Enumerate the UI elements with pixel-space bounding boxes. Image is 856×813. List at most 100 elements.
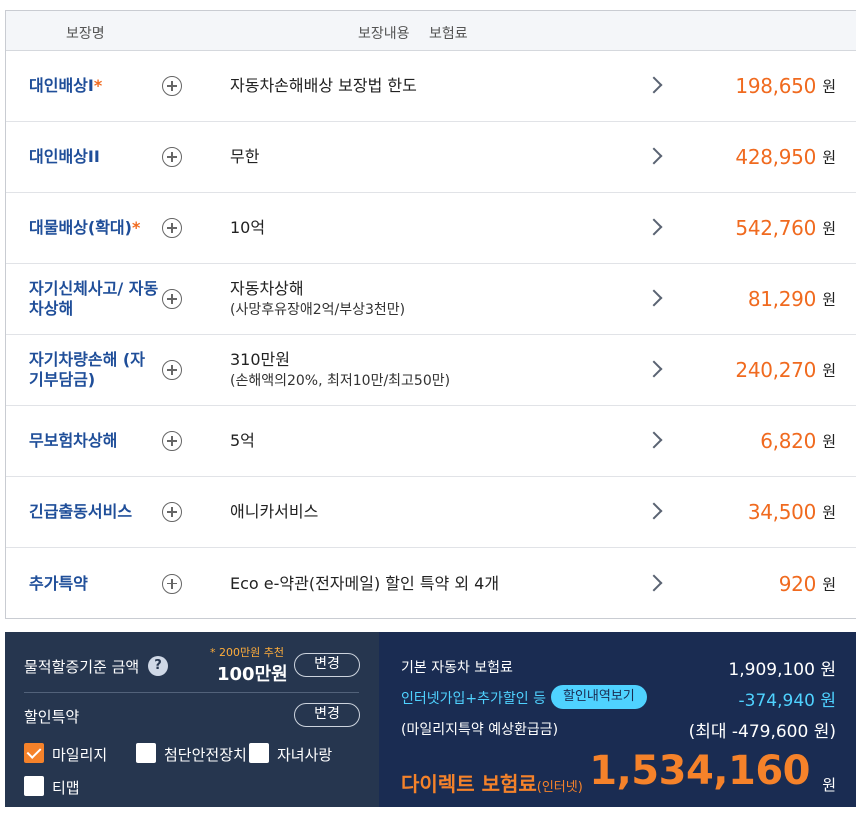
premium-totals-panel: 기본 자동차 보험료 1,909,100 원 인터넷가입+추가할인 등 할인내역… [379, 632, 856, 807]
total-premium-unit: 원 [822, 776, 836, 794]
chevron-right-icon[interactable] [645, 574, 663, 591]
divider [24, 692, 359, 693]
header-premium: 보험료 [429, 26, 468, 42]
required-mark: * [131, 218, 141, 237]
expand-plus-icon[interactable] [162, 573, 182, 594]
coverage-row[interactable]: 대인배상I* 자동차손해배상 보장법 한도 198,650 원 [6, 51, 856, 122]
discount-options-panel: 물적할증기준 금액 ? * 200만원 추천 100만원 변경 할인특약 변경 … [5, 632, 379, 807]
expand-plus-icon[interactable] [162, 431, 182, 451]
chevron-right-icon[interactable] [645, 76, 663, 94]
currency-unit: 원 [822, 361, 836, 380]
coverage-name: 대물배상(확대)* [29, 218, 159, 238]
currency-unit: 원 [822, 503, 836, 522]
expand-plus-icon[interactable] [162, 76, 182, 96]
coverage-premium: 542,760 [735, 216, 816, 240]
coverage-desc: 자동차상해 (사망후유장애2억/부상3천만) [230, 278, 405, 320]
coverage-desc: 310만원 (손해액의20%, 최저10만/최고50만) [230, 349, 450, 391]
mileage-checkbox[interactable] [24, 743, 44, 763]
coverage-desc-main: 무한 [230, 147, 260, 166]
coverage-row[interactable]: 긴급출동서비스 애니카서비스 34,500 원 [6, 477, 856, 548]
currency-unit: 원 [822, 575, 836, 593]
coverage-name-text: 자기신체사고/ 자동차상해 [29, 279, 159, 318]
currency-unit: 원 [822, 219, 836, 238]
chevron-right-icon[interactable] [645, 147, 663, 165]
chevron-right-icon[interactable] [645, 289, 663, 307]
coverage-desc-sub: (사망후유장애2억/부상3천만) [230, 302, 406, 318]
mileage-label: 마일리지 [52, 746, 108, 764]
discount-detail-button[interactable]: 할인내역보기 [551, 685, 647, 709]
safety-device-label: 첨단안전장치 [164, 746, 247, 764]
expand-plus-icon[interactable] [162, 502, 182, 522]
child-love-checkbox[interactable] [249, 743, 269, 763]
coverage-name: 추가특약 [29, 574, 159, 594]
coverage-premium: 81,290 [747, 287, 816, 311]
currency-unit: 원 [822, 148, 836, 167]
tmap-checkbox[interactable] [24, 776, 44, 796]
coverage-name-text: 추가특약 [29, 573, 88, 593]
coverage-name: 자기차량손해 (자기부담금) [29, 350, 159, 390]
coverage-row[interactable]: 무보험차상해 5억 6,820 원 [6, 406, 856, 477]
coverage-name: 무보험차상해 [29, 431, 159, 451]
tmap-label: 티맵 [52, 779, 80, 797]
coverage-name: 대인배상I* [29, 76, 159, 96]
coverage-desc: 5억 [230, 430, 255, 452]
child-love-label: 자녀사랑 [277, 746, 333, 764]
coverage-desc: Eco e-약관(전자메일) 할인 특약 외 4개 [230, 573, 499, 595]
coverage-desc-main: 애니카서비스 [230, 502, 319, 521]
coverage-desc-main: 자동차손해배상 보장법 한도 [230, 76, 417, 95]
expand-plus-icon[interactable] [162, 360, 182, 380]
header-coverage-desc: 보장내용 [358, 26, 410, 42]
expand-plus-icon[interactable] [162, 147, 182, 167]
coverage-name-text: 긴급출동서비스 [29, 502, 133, 521]
mileage-refund-value: (최대 -479,600 원) [688, 722, 836, 742]
expand-plus-icon[interactable] [162, 218, 182, 238]
internet-discount-value: -374,940 원 [738, 691, 836, 711]
coverage-desc-sub: (손해액의20%, 최저10만/최고50만) [230, 373, 451, 389]
table-header: 보장명 보장내용 보험료 [6, 11, 856, 51]
currency-unit: 원 [822, 290, 836, 309]
coverage-row[interactable]: 대인배상II 무한 428,950 원 [6, 122, 856, 193]
expand-plus-icon[interactable] [162, 289, 182, 309]
coverage-desc-main: Eco e-약관(전자메일) 할인 특약 외 4개 [230, 573, 500, 593]
coverage-row[interactable]: 추가특약 Eco e-약관(전자메일) 할인 특약 외 4개 920 원 [6, 548, 856, 619]
change-threshold-button[interactable]: 변경 [294, 653, 360, 677]
change-discount-button[interactable]: 변경 [294, 703, 360, 727]
total-premium: 1,534,160 [589, 748, 810, 794]
property-threshold-amount: 100만원 [217, 664, 288, 685]
coverage-row[interactable]: 대물배상(확대)* 10억 542,760 원 [6, 193, 856, 264]
coverage-name: 긴급출동서비스 [29, 502, 159, 522]
coverage-premium: 34,500 [747, 500, 816, 524]
base-premium-value: 1,909,100 원 [728, 660, 836, 680]
coverage-desc-main: 자동차상해 [230, 279, 304, 298]
direct-premium-title: 다이렉트 보험료 [401, 772, 537, 796]
coverage-name: 자기신체사고/ 자동차상해 [29, 279, 159, 319]
chevron-right-icon[interactable] [645, 218, 663, 236]
header-coverage-name: 보장명 [66, 26, 105, 42]
chevron-right-icon[interactable] [645, 502, 663, 520]
coverage-name-text: 대인배상II [29, 147, 100, 166]
chevron-right-icon[interactable] [645, 360, 663, 378]
coverage-premium: 428,950 [735, 145, 816, 169]
coverage-name-text: 대물배상(확대) [29, 218, 132, 237]
coverage-desc: 자동차손해배상 보장법 한도 [230, 75, 417, 97]
base-premium-label: 기본 자동차 보험료 [401, 660, 513, 676]
required-mark: * [93, 76, 103, 95]
recommend-note: * 200만원 추천 [210, 646, 284, 659]
coverage-name: 대인배상II [29, 147, 159, 167]
help-icon[interactable]: ? [148, 656, 168, 676]
coverage-premium: 920 [778, 571, 817, 596]
safety-device-checkbox[interactable] [136, 743, 156, 763]
chevron-right-icon[interactable] [645, 431, 663, 449]
direct-premium-note: (인터넷) [536, 780, 583, 795]
currency-unit: 원 [822, 77, 836, 96]
coverage-premium: 198,650 [735, 74, 816, 98]
coverage-desc-main: 5억 [230, 431, 255, 450]
direct-premium-label: 다이렉트 보험료(인터넷) [401, 768, 583, 797]
coverage-premium: 240,270 [735, 358, 816, 382]
discount-rider-label: 할인특약 [24, 708, 80, 726]
coverage-row[interactable]: 자기차량손해 (자기부담금) 310만원 (손해액의20%, 최저10만/최고50만… [6, 335, 856, 406]
coverage-row[interactable]: 자기신체사고/ 자동차상해 자동차상해 (사망후유장애2억/부상3천만) 81,290… [6, 264, 856, 335]
coverage-premium: 6,820 [760, 429, 816, 453]
coverage-desc-main: 310만원 [230, 350, 290, 369]
coverage-desc: 애니카서비스 [230, 501, 318, 523]
